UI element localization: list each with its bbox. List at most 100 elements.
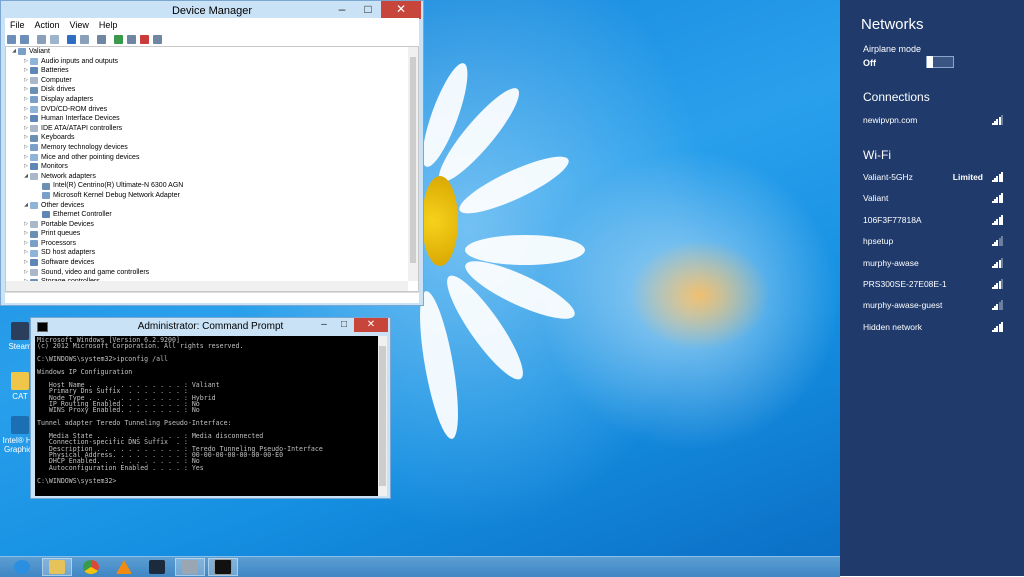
device-tree-item[interactable]: ▷ DVD/CD-ROM drives: [6, 105, 418, 115]
command-prompt-titlebar[interactable]: Administrator: Command Prompt – □ ✕: [31, 318, 390, 336]
device-tree-item[interactable]: Ethernet Controller: [6, 210, 418, 220]
expand-arrow-icon[interactable]: ▷: [22, 85, 30, 95]
monitor-icon[interactable]: [97, 34, 106, 44]
close-button[interactable]: ✕: [381, 1, 421, 19]
device-tree-item[interactable]: Microsoft Kernel Debug Network Adapter: [6, 191, 418, 201]
minimize-button[interactable]: –: [329, 1, 355, 19]
device-category-icon: [30, 201, 38, 209]
wifi-network-name: Valiant: [863, 193, 889, 204]
scroll-thumb[interactable]: [379, 346, 386, 486]
wifi-network-item[interactable]: Valiant: [863, 191, 1003, 205]
device-tree-item[interactable]: ▷ Print queues: [6, 229, 418, 239]
wifi-network-item[interactable]: hpsetup: [863, 234, 1003, 248]
device-tree-item[interactable]: ▷ Portable Devices: [6, 220, 418, 230]
expand-arrow-icon[interactable]: ▷: [22, 95, 30, 105]
expand-arrow-icon[interactable]: ▷: [22, 114, 30, 124]
expand-arrow-icon[interactable]: ▷: [22, 229, 30, 239]
device-tree-item[interactable]: ▷ Disk drives: [6, 85, 418, 95]
device-tree-item[interactable]: ▷ Human Interface Devices: [6, 114, 418, 124]
device-tree-label: Batteries: [41, 67, 69, 75]
expand-arrow-icon[interactable]: ▷: [22, 124, 30, 134]
console-output[interactable]: Microsoft Windows [Version 6.2.9200] (c) …: [35, 336, 378, 496]
device-category-icon: [30, 249, 38, 257]
taskbar-command-prompt[interactable]: [208, 558, 238, 576]
taskbar-file-explorer[interactable]: [42, 558, 72, 576]
collapse-arrow-icon[interactable]: ◢: [22, 201, 30, 211]
device-tree-item[interactable]: ▷ Display adapters: [6, 95, 418, 105]
device-tree-item[interactable]: ▷ Monitors: [6, 162, 418, 172]
menu-view[interactable]: View: [65, 18, 94, 32]
device-tree-item[interactable]: ▷ IDE ATA/ATAPI controllers: [6, 124, 418, 134]
expand-arrow-icon[interactable]: ▷: [22, 220, 30, 230]
device-tree-item[interactable]: ▷ Audio inputs and outputs: [6, 57, 418, 67]
device-tree-item[interactable]: ◢ Network adapters: [6, 172, 418, 182]
device-tree-item[interactable]: ▷ Computer: [6, 76, 418, 86]
device-tree-label: Human Interface Devices: [41, 115, 120, 123]
close-button[interactable]: ✕: [354, 318, 388, 332]
device-tree-item[interactable]: ▷ Memory technology devices: [6, 143, 418, 153]
device-tree-item[interactable]: ◢ Other devices: [6, 201, 418, 211]
help-icon[interactable]: [67, 34, 76, 44]
wifi-network-item[interactable]: murphy-awase: [863, 256, 1003, 270]
wifi-network-item[interactable]: 106F3F77818A: [863, 213, 1003, 227]
device-tree-item[interactable]: ▷ Processors: [6, 239, 418, 249]
expand-arrow-icon[interactable]: ▷: [22, 162, 30, 172]
expand-arrow-icon[interactable]: ▷: [22, 143, 30, 153]
scan-hardware-icon[interactable]: [153, 34, 162, 44]
taskbar-internet-explorer[interactable]: [7, 558, 37, 576]
taskbar-media-player[interactable]: [142, 558, 172, 576]
device-category-icon: [30, 125, 38, 133]
expand-arrow-icon[interactable]: ▷: [22, 66, 30, 76]
menu-file[interactable]: File: [5, 18, 30, 32]
vertical-scrollbar[interactable]: [408, 47, 418, 281]
console-scrollbar[interactable]: [378, 336, 387, 496]
taskbar-chrome[interactable]: [76, 558, 106, 576]
scroll-thumb[interactable]: [410, 57, 416, 263]
device-tree-item[interactable]: ▷ SD host adapters: [6, 248, 418, 258]
airplane-mode-toggle[interactable]: [926, 56, 954, 68]
taskbar-device-manager[interactable]: [175, 558, 205, 576]
device-tree-item[interactable]: ▷ Mice and other pointing devices: [6, 153, 418, 163]
collapse-arrow-icon[interactable]: ◢: [22, 172, 30, 182]
signal-bars-icon: [992, 300, 1003, 311]
device-tree-item[interactable]: ◢ Valiant: [6, 47, 418, 57]
device-tree-item[interactable]: ▷ Sound, video and game controllers: [6, 268, 418, 278]
expand-arrow-icon[interactable]: ▷: [22, 153, 30, 163]
back-icon[interactable]: [7, 34, 16, 44]
expand-arrow-icon[interactable]: ▷: [22, 248, 30, 258]
menu-action[interactable]: Action: [30, 18, 65, 32]
expand-arrow-icon[interactable]: ▷: [22, 133, 30, 143]
show-hide-tree-icon[interactable]: [50, 34, 59, 44]
expand-arrow-icon[interactable]: ▷: [22, 57, 30, 67]
disable-device-icon[interactable]: [127, 34, 136, 44]
maximize-button[interactable]: □: [334, 318, 354, 332]
uninstall-icon[interactable]: [140, 34, 149, 44]
wifi-network-item[interactable]: Valiant-5GHz Limited: [863, 170, 1003, 184]
device-tree-item[interactable]: Intel(R) Centrino(R) Ultimate-N 6300 AGN: [6, 181, 418, 191]
update-driver-icon[interactable]: [114, 34, 123, 44]
expand-arrow-icon[interactable]: ▷: [22, 239, 30, 249]
expand-arrow-icon[interactable]: ▷: [22, 105, 30, 115]
taskbar-vlc[interactable]: [109, 558, 139, 576]
expand-arrow-icon[interactable]: ▷: [22, 76, 30, 86]
forward-icon[interactable]: [20, 34, 29, 44]
maximize-button[interactable]: □: [355, 1, 381, 19]
device-tree-item[interactable]: ▷ Batteries: [6, 66, 418, 76]
chrome-icon: [83, 560, 99, 574]
wifi-network-item[interactable]: Hidden network: [863, 320, 1003, 334]
device-tree-item[interactable]: ▷ Keyboards: [6, 133, 418, 143]
connection-item[interactable]: newipvpn.com: [863, 113, 1003, 127]
expand-arrow-icon[interactable]: ▷: [22, 268, 30, 278]
signal-bars-icon: [992, 279, 1003, 289]
wifi-network-item[interactable]: PRS300SE-27E08E-1: [863, 277, 1003, 291]
menu-help[interactable]: Help: [94, 18, 123, 32]
show-hidden-icon[interactable]: [80, 34, 89, 44]
device-tree-item[interactable]: ▷ Software devices: [6, 258, 418, 268]
properties-icon[interactable]: [37, 34, 46, 44]
minimize-button[interactable]: –: [314, 318, 334, 332]
horizontal-scrollbar[interactable]: [6, 281, 408, 291]
expand-arrow-icon[interactable]: ▷: [22, 258, 30, 268]
toggle-knob[interactable]: [927, 56, 933, 68]
collapse-arrow-icon[interactable]: ◢: [10, 47, 18, 57]
wifi-network-item[interactable]: murphy-awase-guest: [863, 298, 1003, 312]
